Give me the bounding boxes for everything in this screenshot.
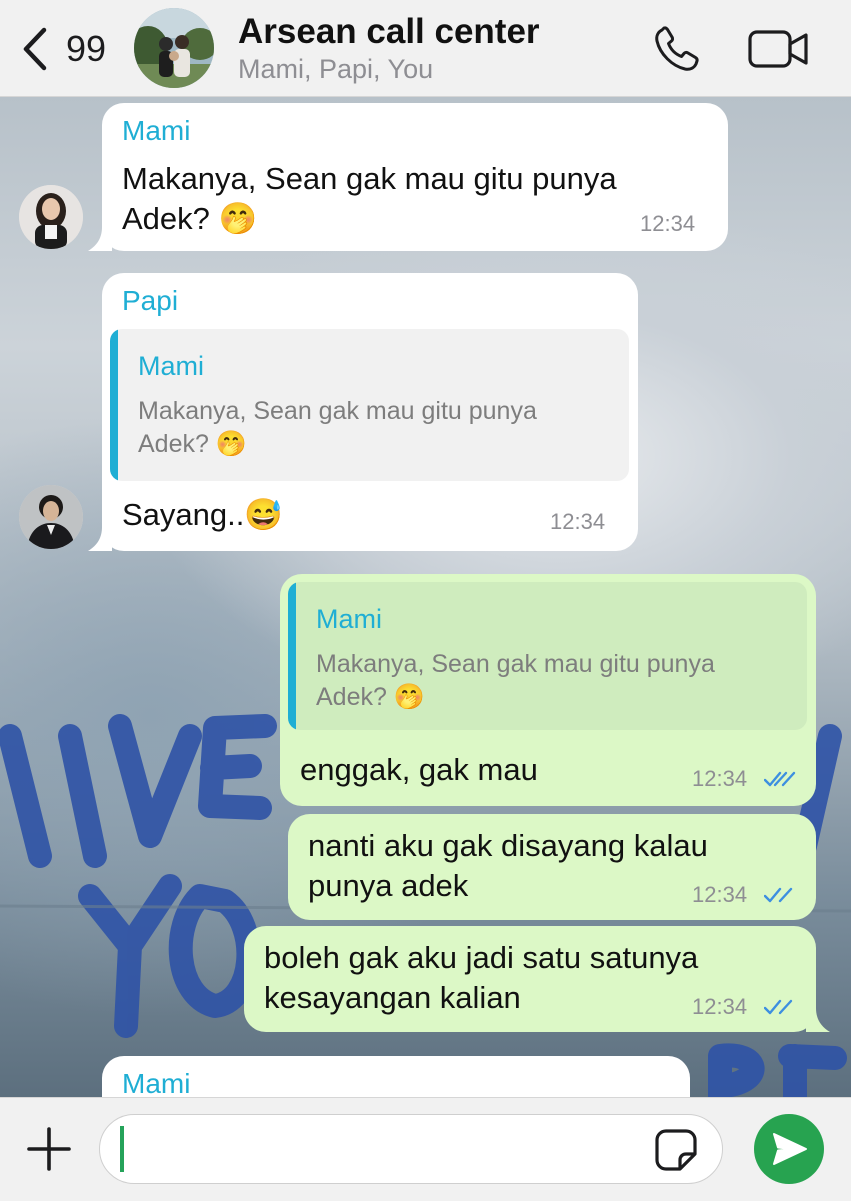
unread-count[interactable]: 99 xyxy=(66,28,106,70)
message-text: Makanya, Sean gak mau gitu punya Adek? 🤭 xyxy=(122,159,617,239)
message-bubble-outgoing[interactable]: Mami Makanya, Sean gak mau gitu punya Ad… xyxy=(280,574,816,806)
text-cursor xyxy=(120,1126,124,1172)
chat-header: 99 Arsean call center Mami, Papi, You xyxy=(0,0,851,97)
message-text: Sayang..😅 xyxy=(122,497,283,532)
video-camera-icon[interactable] xyxy=(748,28,810,70)
quoted-text: Makanya, Sean gak mau gitu punya Adek? 🤭 xyxy=(316,648,715,714)
quote-accent-bar xyxy=(110,329,118,481)
back-chevron-icon[interactable] xyxy=(18,26,52,72)
message-time: 12:34 xyxy=(692,994,748,1019)
message-bubble-incoming[interactable]: Mami Makanya, Sean gak mau gitu punya Ad… xyxy=(102,103,728,251)
group-avatar[interactable] xyxy=(134,8,214,88)
sender-avatar-papi[interactable] xyxy=(19,485,83,549)
quoted-text-line: Makanya, Sean gak mau gitu punya xyxy=(316,650,715,678)
message-sender[interactable]: Mami xyxy=(122,1068,190,1098)
chat-participants[interactable]: Mami, Papi, You xyxy=(238,54,433,85)
quoted-message[interactable]: Mami Makanya, Sean gak mau gitu punya Ad… xyxy=(110,329,629,481)
message-sender[interactable]: Papi xyxy=(122,285,178,317)
message-text-line: boleh gak aku jadi satu satunya xyxy=(264,940,699,975)
sticker-icon[interactable] xyxy=(654,1128,698,1172)
message-text: boleh gak aku jadi satu satunya kesayang… xyxy=(264,938,698,1018)
quoted-text-line: Adek? 🤭 xyxy=(316,683,425,711)
quoted-text-line: Makanya, Sean gak mau gitu punya xyxy=(138,397,537,425)
read-receipt-icon xyxy=(764,999,793,1015)
message-text-line: nanti aku gak disayang kalau xyxy=(308,828,708,863)
message-text-line: Makanya, Sean gak mau gitu punya xyxy=(122,161,617,196)
phone-icon[interactable] xyxy=(652,24,704,74)
message-text: nanti aku gak disayang kalau punya adek xyxy=(308,826,708,906)
send-icon xyxy=(773,1133,807,1165)
plus-icon[interactable] xyxy=(26,1126,72,1172)
message-time: 12:34 xyxy=(692,766,748,791)
message-time: 12:34 xyxy=(550,509,606,534)
quoted-sender: Mami xyxy=(316,604,382,634)
chat-background[interactable]: Mami Makanya, Sean gak mau gitu punya Ad… xyxy=(0,96,851,1098)
message-text-line: punya adek xyxy=(308,868,469,903)
sender-avatar-mami[interactable] xyxy=(19,185,83,249)
message-text-line: kesayangan kalian xyxy=(264,980,521,1015)
message-text: enggak, gak mau xyxy=(300,752,538,787)
chat-title[interactable]: Arsean call center xyxy=(238,12,540,52)
message-composer xyxy=(0,1097,851,1201)
quoted-text: Makanya, Sean gak mau gitu punya Adek? 🤭 xyxy=(138,395,537,461)
message-input[interactable] xyxy=(99,1114,723,1184)
message-time: 12:34 xyxy=(640,211,696,236)
send-button[interactable] xyxy=(754,1114,824,1184)
message-bubble-outgoing[interactable]: nanti aku gak disayang kalau punya adek … xyxy=(288,814,816,920)
message-time: 12:34 xyxy=(692,882,748,907)
quoted-message[interactable]: Mami Makanya, Sean gak mau gitu punya Ad… xyxy=(288,582,807,730)
message-bubble-incoming[interactable]: Papi Mami Makanya, Sean gak mau gitu pun… xyxy=(102,273,638,551)
quoted-text-line: Adek? 🤭 xyxy=(138,430,247,458)
read-receipt-icon xyxy=(764,771,796,787)
message-bubble-incoming[interactable]: Mami xyxy=(102,1056,690,1098)
quote-accent-bar xyxy=(288,582,296,730)
read-receipt-icon xyxy=(764,887,793,903)
message-sender[interactable]: Mami xyxy=(122,115,190,147)
quoted-sender: Mami xyxy=(138,351,204,381)
message-bubble-outgoing[interactable]: boleh gak aku jadi satu satunya kesayang… xyxy=(244,926,816,1032)
message-text-line: Adek? 🤭 xyxy=(122,201,258,236)
